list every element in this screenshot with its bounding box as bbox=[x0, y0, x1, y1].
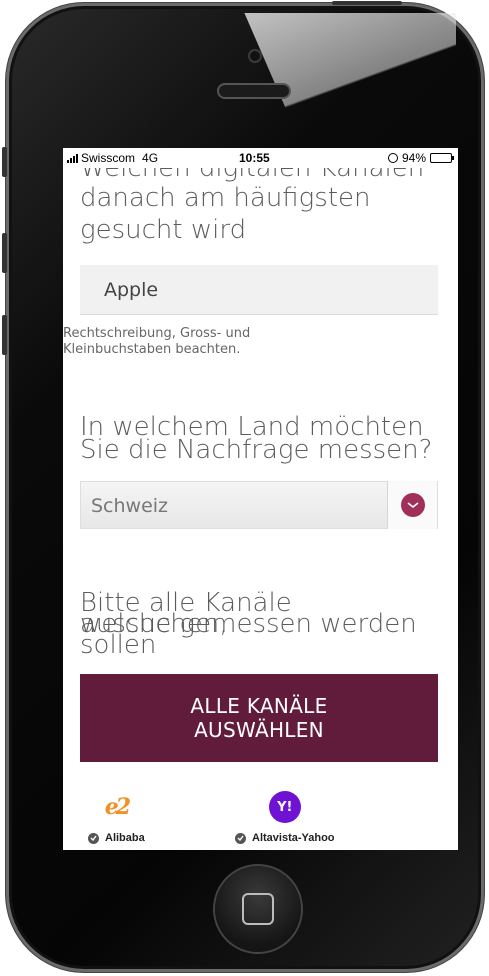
battery-icon bbox=[430, 153, 454, 163]
home-square-icon bbox=[242, 893, 274, 925]
country-heading-line-2: Sie die Nachfrage messen? bbox=[80, 435, 433, 465]
home-button[interactable] bbox=[215, 866, 301, 952]
volume-down-button bbox=[2, 315, 7, 355]
keyword-hint-line-1: Rechtschreibung, Gross- und bbox=[63, 326, 251, 341]
signal-strength-icon bbox=[67, 153, 78, 163]
volume-up-button bbox=[2, 233, 7, 273]
earpiece-speaker bbox=[219, 85, 289, 97]
alibaba-label: Alibaba bbox=[105, 832, 145, 844]
phone-screen: Swisscom 4G 10:55 94% Welchen digitalen … bbox=[63, 148, 458, 850]
chevron-down-icon bbox=[400, 493, 425, 517]
status-bar: Swisscom 4G 10:55 94% bbox=[63, 148, 458, 168]
power-button bbox=[332, 1, 402, 5]
network-type: 4G bbox=[142, 151, 159, 165]
carrier-name: Swisscom bbox=[81, 151, 136, 165]
select-all-line-2: AUSWÄHLEN bbox=[194, 718, 324, 742]
yahoo-logo: Y! bbox=[268, 791, 301, 823]
battery-percent: 94% bbox=[401, 151, 426, 165]
keyword-heading-line-2: gesucht wird bbox=[80, 215, 247, 245]
alibaba-logo: e2 bbox=[104, 794, 131, 820]
select-all-channels-button[interactable]: ALLE KANÄLE AUSWÄHLEN bbox=[80, 674, 438, 762]
keyword-hint: Rechtschreibung, Gross- und Kleinbuchsta… bbox=[63, 326, 423, 358]
channels-heading-line-3: sollen bbox=[80, 630, 157, 660]
altavista-yahoo-label: Altavista-Yahoo bbox=[252, 832, 335, 844]
select-all-line-1: ALLE KANÄLE bbox=[190, 694, 328, 718]
mute-switch bbox=[2, 147, 7, 177]
keyword-input[interactable]: Apple bbox=[80, 265, 438, 315]
country-select[interactable]: Schweiz bbox=[80, 481, 438, 529]
channel-altavista-yahoo[interactable]: Y! Altavista-Yahoo bbox=[235, 788, 335, 844]
channel-alibaba[interactable]: e2 Alibaba bbox=[88, 788, 145, 844]
status-time: 10:55 bbox=[239, 151, 270, 165]
front-camera bbox=[250, 51, 260, 61]
altavista-yahoo-checkbox[interactable] bbox=[235, 832, 246, 844]
alibaba-checkbox[interactable] bbox=[88, 832, 99, 844]
keyword-heading-line-1: danach am häufigsten bbox=[80, 183, 371, 213]
keyword-input-value: Apple bbox=[104, 279, 159, 301]
phone-frame: Swisscom 4G 10:55 94% Welchen digitalen … bbox=[2, 1, 484, 972]
country-select-value: Schweiz bbox=[91, 495, 169, 517]
country-select-toggle[interactable] bbox=[387, 481, 437, 529]
rotation-lock-icon bbox=[387, 153, 398, 163]
keyword-hint-line-2: Kleinbuchstaben beachten. bbox=[63, 342, 241, 357]
